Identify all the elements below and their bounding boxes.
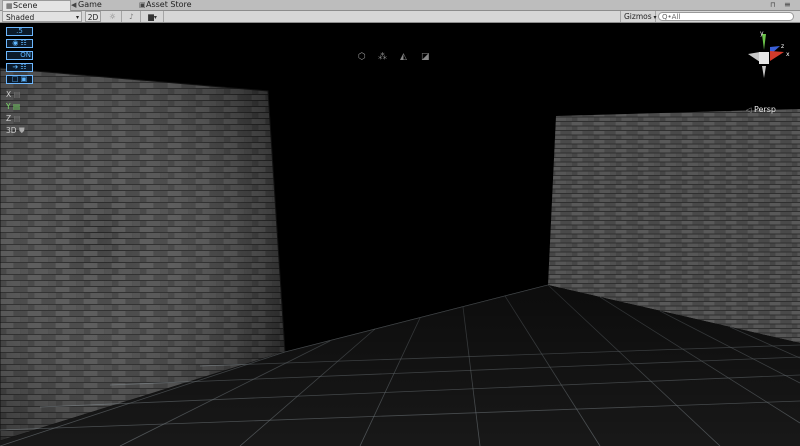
axis-z-label: Z xyxy=(6,114,12,123)
chevron-down-icon: ▾ xyxy=(651,14,657,21)
grid-icon: ▤ xyxy=(13,114,21,123)
3d-label: 3D xyxy=(6,126,17,135)
search-placeholder: All xyxy=(671,13,681,21)
audio-toggle-button[interactable]: ♪ xyxy=(123,11,141,22)
3d-toggle[interactable]: 3D ⛊ xyxy=(6,126,33,135)
chevron-left-icon: ◁ xyxy=(746,106,752,114)
store-icon: ▣ xyxy=(139,1,146,9)
axis-y-label: y xyxy=(760,30,764,37)
gizmos-label: Gizmos xyxy=(624,12,652,21)
axis-x-label: X xyxy=(6,90,12,99)
2d-toggle-button[interactable]: 2D xyxy=(85,11,101,22)
projection-toggle[interactable]: ◁ Persp xyxy=(746,105,776,114)
tab-strip: ▦Scene ◀ Game ▣Asset Store xyxy=(0,0,800,11)
lock-icon[interactable]: ⊓ xyxy=(770,1,775,9)
eye-grid-icon: ◉ ☷ xyxy=(12,39,27,47)
visibility-grid-button[interactable]: ◉ ☷ xyxy=(6,39,33,48)
tab-game[interactable]: ◀ Game xyxy=(68,0,135,10)
move-grid-button[interactable]: ➔ ☷ xyxy=(6,63,33,72)
scene-toolbar: Shaded ▾ 2D ☼ ♪ ▆▾ Gizmos ▾ Q•All xyxy=(0,11,800,23)
tab-label: Game xyxy=(78,0,102,9)
axis-x-label: x xyxy=(786,51,790,58)
tab-label: Scene xyxy=(13,1,38,10)
lock-icon: □ ▣ xyxy=(11,75,28,83)
move-tool-icon[interactable]: ⬡ xyxy=(358,52,366,62)
tab-scene[interactable]: ▦Scene xyxy=(2,0,71,11)
chevron-down-icon: ▾ xyxy=(153,14,157,21)
axis-y-label: Y xyxy=(6,102,11,111)
axis-x-cone xyxy=(770,51,784,61)
scale-tool-icon[interactable]: ◭ xyxy=(400,52,407,62)
axis-z-toggle[interactable]: Z ▤ xyxy=(6,114,33,123)
grid-icon: ▤ xyxy=(12,102,21,111)
game-icon: ◀ xyxy=(71,1,77,9)
scene-icon: ▦ xyxy=(6,2,13,10)
snap-value-label: .5 xyxy=(16,27,23,35)
axis-x-toggle[interactable]: X ▤ xyxy=(6,90,33,99)
orientation-gizmo[interactable]: y z x xyxy=(740,28,796,84)
move-grid-icon: ➔ ☷ xyxy=(12,63,27,71)
gizmos-dropdown[interactable]: Gizmos ▾ xyxy=(620,11,657,22)
toggle-on-label: ON xyxy=(20,51,31,59)
2d-label: 2D xyxy=(87,13,99,22)
scene-viewport[interactable]: ⬡ ⁂ ◭ ◪ .5 ◉ ☷ ON ➔ ☷ □ ▣ X ▤ Y ▤ Z ▤ 3D… xyxy=(0,23,800,446)
hierarchy-search-input[interactable]: Q•All xyxy=(658,12,794,21)
unity-editor-scene-window: ▦Scene ◀ Game ▣Asset Store Shaded ▾ 2D ☼ … xyxy=(0,0,800,446)
tab-asset-store[interactable]: ▣Asset Store xyxy=(136,0,223,10)
search-icon: Q• xyxy=(662,13,672,21)
tab-label: Asset Store xyxy=(146,0,192,9)
rect-tool-icon[interactable]: ◪ xyxy=(421,52,430,62)
snap-toggle-button[interactable]: ON xyxy=(6,51,33,60)
menu-icon[interactable]: ≡ xyxy=(784,0,791,9)
scene-render xyxy=(0,67,800,446)
axis-y-toggle[interactable]: Y ▤ xyxy=(6,102,33,111)
axis-z-label: z xyxy=(781,43,784,50)
rotate-tool-icon[interactable]: ⁂ xyxy=(378,52,387,62)
lock-toggle-button[interactable]: □ ▣ xyxy=(6,75,33,84)
chevron-down-icon: ▾ xyxy=(75,14,79,21)
projection-label: Persp xyxy=(753,105,776,114)
grid-icon: ▤ xyxy=(13,90,21,99)
sun-icon: ☼ xyxy=(109,12,116,21)
snap-value-button[interactable]: .5 xyxy=(6,27,33,36)
shading-mode-label: Shaded xyxy=(6,13,35,22)
effects-dropdown[interactable]: ▆▾ xyxy=(142,11,164,22)
shield-icon: ⛊ xyxy=(18,126,25,135)
speaker-icon: ♪ xyxy=(129,12,134,21)
shading-mode-dropdown[interactable]: Shaded ▾ xyxy=(2,11,82,22)
lighting-toggle-button[interactable]: ☼ xyxy=(104,11,122,22)
